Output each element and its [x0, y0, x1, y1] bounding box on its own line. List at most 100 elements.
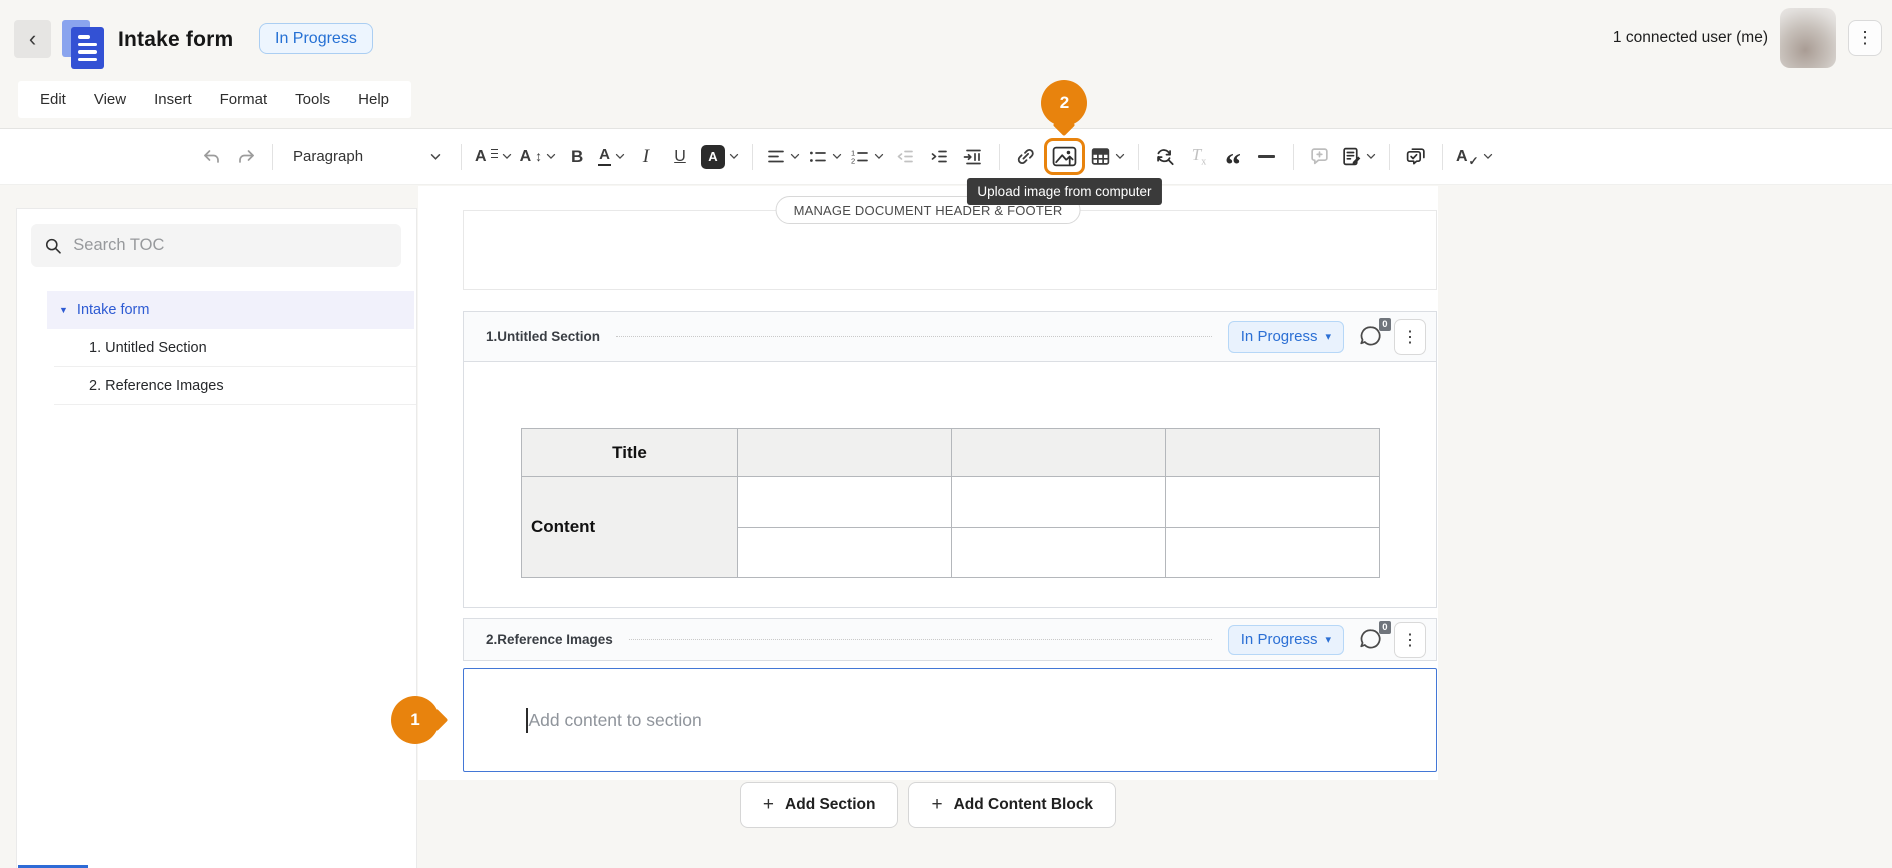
section-title: 1.Untitled Section	[486, 329, 600, 344]
notes-button[interactable]	[1338, 139, 1379, 175]
search-icon	[44, 236, 62, 256]
chevron-down-icon	[790, 153, 800, 160]
document-icon	[62, 20, 108, 70]
table-row: Title	[522, 429, 1380, 477]
table-cell-empty[interactable]	[1166, 477, 1380, 528]
bold-button[interactable]: B	[561, 139, 593, 175]
bullet-list-icon	[808, 147, 828, 167]
table-cell-empty[interactable]	[952, 477, 1166, 528]
undo-button[interactable]	[196, 139, 228, 175]
table-cell-empty[interactable]	[952, 528, 1166, 578]
menu-view[interactable]: View	[80, 81, 140, 118]
spellcheck-button[interactable]: A ✓	[1453, 139, 1496, 175]
chevron-down-icon	[1483, 153, 1493, 160]
chevron-down-icon	[1115, 153, 1125, 160]
svg-text:2: 2	[851, 156, 855, 165]
redo-button[interactable]	[230, 139, 262, 175]
chevron-down-icon	[874, 153, 884, 160]
upload-image-icon	[1052, 145, 1077, 168]
section-menu-button[interactable]: ⋮	[1394, 319, 1426, 355]
add-section-button[interactable]: + Add Section	[740, 782, 899, 828]
section-comments-button[interactable]: 0	[1358, 324, 1384, 350]
menu-bar: Edit View Insert Format Tools Help	[18, 81, 411, 118]
menu-help[interactable]: Help	[344, 81, 403, 118]
table-cell-content[interactable]: Content	[522, 477, 738, 578]
table-cell-empty[interactable]	[738, 429, 952, 477]
horizontal-rule-button[interactable]	[1251, 139, 1283, 175]
bold-icon: B	[571, 147, 583, 167]
menu-edit[interactable]: Edit	[26, 81, 80, 118]
chevron-down-icon	[1366, 153, 1376, 160]
section-comments-button[interactable]: 0	[1358, 627, 1384, 653]
section-header: 1.Untitled Section In Progress ▾ 0 ⋮	[464, 312, 1436, 362]
dotted-divider	[629, 639, 1212, 640]
align-button[interactable]	[763, 139, 803, 175]
table-cell-title[interactable]: Title	[522, 429, 738, 477]
toc-item-reference-images[interactable]: 2. Reference Images	[54, 367, 416, 405]
section-menu-button[interactable]: ⋮	[1394, 622, 1426, 658]
section-status-dropdown[interactable]: In Progress ▾	[1228, 321, 1344, 353]
connected-users-label: 1 connected user (me)	[1613, 29, 1768, 47]
toc-sidebar: ▼ Intake form 1. Untitled Section 2. Ref…	[16, 208, 417, 868]
menu-tools[interactable]: Tools	[281, 81, 344, 118]
document-icon-front-sheet	[71, 27, 104, 69]
annotation-step-1: 1	[391, 696, 439, 744]
find-replace-button[interactable]	[1149, 139, 1181, 175]
table-cell-empty[interactable]	[738, 477, 952, 528]
font-style-button[interactable]: A	[472, 139, 515, 175]
font-size-button[interactable]: A ↕	[517, 139, 560, 175]
header-menu-button[interactable]: ⋮	[1848, 20, 1882, 56]
comment-count-badge: 0	[1379, 621, 1391, 634]
menu-format[interactable]: Format	[206, 81, 282, 118]
notes-edit-icon	[1341, 146, 1362, 167]
document-actions-row: + Add Section + Add Content Block	[418, 782, 1438, 828]
table-cell-empty[interactable]	[738, 528, 952, 578]
upload-image-tooltip: Upload image from computer	[967, 178, 1161, 205]
document-status-badge[interactable]: In Progress	[259, 23, 373, 54]
font-color-button[interactable]: A	[595, 139, 628, 175]
page-break-icon	[963, 147, 983, 167]
section-content-editor[interactable]: 1 Add content to section	[463, 668, 1437, 772]
indent-button[interactable]	[923, 139, 955, 175]
chevron-down-icon	[729, 153, 739, 160]
add-comment-button[interactable]	[1304, 139, 1336, 175]
back-button[interactable]: ‹	[14, 20, 51, 58]
menu-insert[interactable]: Insert	[140, 81, 206, 118]
bullet-list-button[interactable]	[805, 139, 845, 175]
blockquote-button[interactable]: “	[1217, 139, 1249, 175]
table-cell-empty[interactable]	[952, 429, 1166, 477]
toc-root-intake-form[interactable]: ▼ Intake form	[47, 291, 414, 329]
spellcheck-icon: A	[1456, 148, 1468, 166]
upload-image-button[interactable]: 2 Upload image from computer	[1044, 138, 1085, 175]
page-break-button[interactable]	[957, 139, 989, 175]
add-content-block-button[interactable]: + Add Content Block	[908, 782, 1116, 828]
link-button[interactable]	[1010, 139, 1042, 175]
back-chevron-icon: ‹	[29, 26, 36, 52]
kebab-icon: ⋮	[1857, 28, 1874, 48]
content-table: Title Content	[521, 428, 1380, 578]
font-size-icon: A	[520, 148, 532, 166]
underline-button[interactable]: U	[664, 139, 696, 175]
font-style-icon: A	[475, 148, 487, 166]
highlight-color-button[interactable]: A	[698, 139, 742, 175]
numbered-list-icon: 12	[850, 147, 870, 167]
outdent-button[interactable]	[889, 139, 921, 175]
numbered-list-button[interactable]: 12	[847, 139, 887, 175]
approvals-button[interactable]	[1400, 139, 1432, 175]
chevron-down-icon	[546, 153, 556, 160]
avatar[interactable]	[1780, 8, 1836, 68]
italic-button[interactable]: I	[630, 139, 662, 175]
header-right-cluster: 1 connected user (me) ⋮	[1613, 8, 1882, 68]
toc-search[interactable]	[31, 224, 401, 267]
table-button[interactable]	[1087, 139, 1128, 175]
section-status-dropdown[interactable]: In Progress ▾	[1228, 625, 1344, 655]
table-cell-empty[interactable]	[1166, 528, 1380, 578]
table-cell-empty[interactable]	[1166, 429, 1380, 477]
horizontal-rule-icon	[1258, 155, 1275, 157]
paragraph-style-select[interactable]: Paragraph	[283, 139, 451, 175]
indent-icon	[929, 147, 949, 167]
clear-formatting-button[interactable]: Tx	[1183, 139, 1215, 175]
section-untitled: 1.Untitled Section In Progress ▾ 0 ⋮ Tit…	[463, 311, 1437, 608]
toc-item-untitled-section[interactable]: 1. Untitled Section	[54, 329, 416, 367]
toc-search-input[interactable]	[73, 236, 388, 255]
